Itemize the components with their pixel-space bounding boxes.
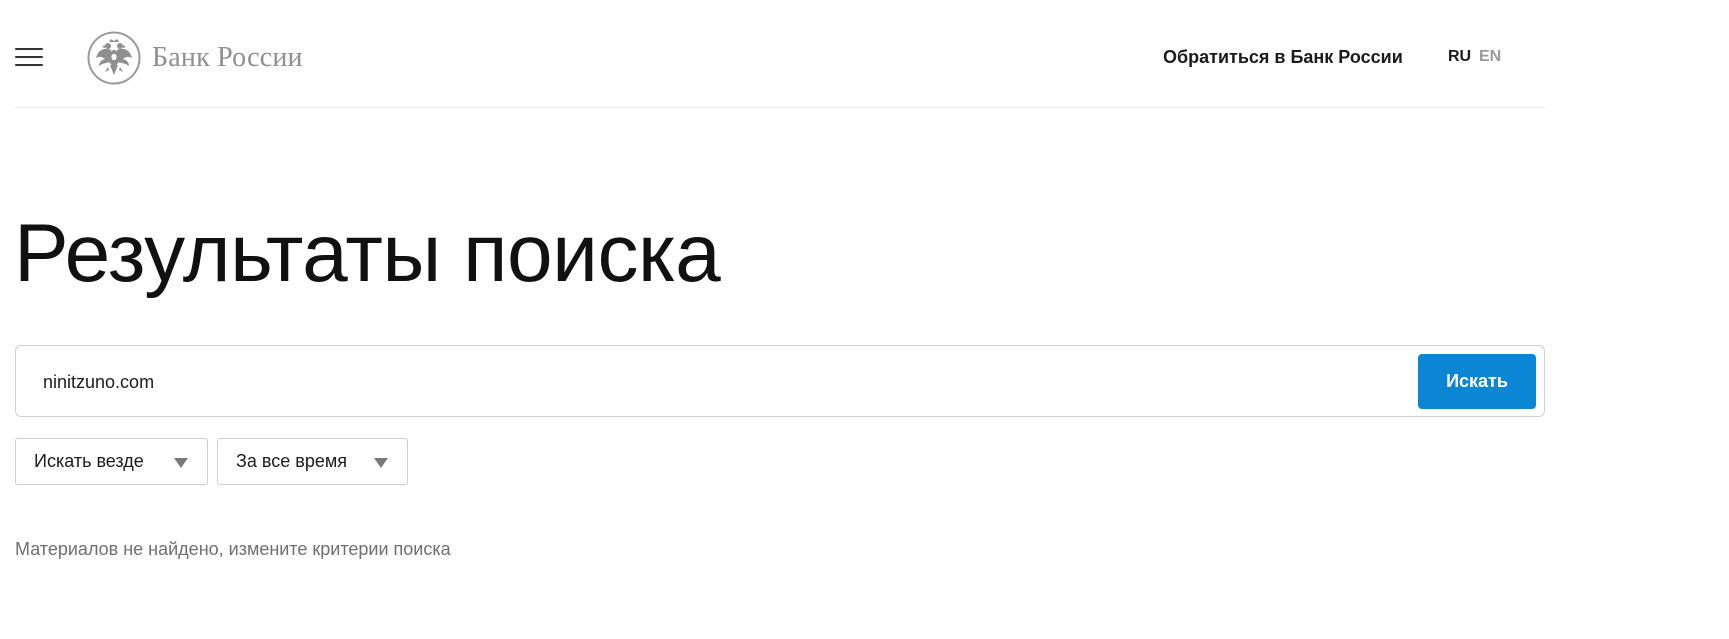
search-scope-value: Искать везде	[34, 451, 144, 471]
time-period-value: За все время	[236, 451, 347, 471]
contact-bank-link[interactable]: Обратиться в Банк России	[1163, 47, 1403, 68]
search-scope-select[interactable]: Искать везде	[15, 438, 208, 485]
page-title: Результаты поиска	[14, 208, 721, 299]
site-header: Банк России Обратиться в Банк России RU …	[15, 0, 1545, 108]
dropdown-arrow-icon	[174, 458, 188, 468]
time-period-select[interactable]: За все время	[217, 438, 408, 485]
language-ru[interactable]: RU	[1448, 48, 1471, 66]
menu-line	[15, 56, 43, 58]
language-en[interactable]: EN	[1479, 48, 1501, 66]
double-headed-eagle-emblem-icon	[87, 31, 141, 85]
search-form: Искать	[15, 345, 1545, 417]
no-results-message: Материалов не найдено, измените критерии…	[15, 539, 451, 559]
search-input[interactable]	[36, 354, 1396, 410]
site-logo[interactable]: Банк России	[87, 30, 303, 86]
hamburger-menu-icon[interactable]	[15, 46, 43, 68]
dropdown-arrow-icon	[374, 458, 388, 468]
search-button[interactable]: Искать	[1418, 354, 1536, 409]
menu-line	[15, 64, 43, 66]
menu-line	[15, 48, 43, 50]
logo-text: Банк России	[152, 42, 303, 73]
